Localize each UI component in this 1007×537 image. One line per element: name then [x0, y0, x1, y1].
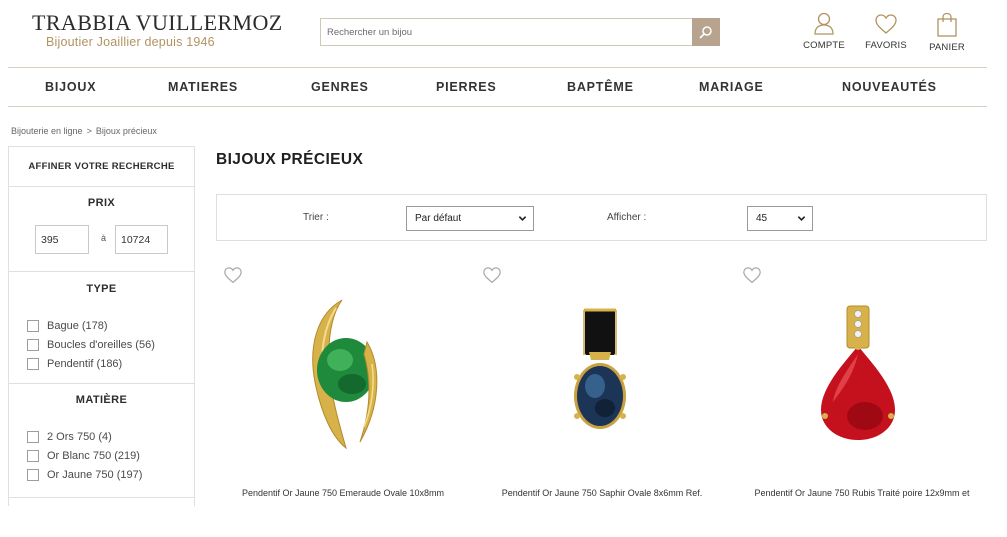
nav-item-mariage[interactable]: MARIAGE: [699, 80, 764, 94]
account-link[interactable]: COMPTE: [794, 12, 854, 56]
account-label: COMPTE: [803, 40, 845, 51]
search-input[interactable]: [321, 19, 691, 45]
shopping-bag-icon: [937, 12, 957, 37]
heart-icon[interactable]: [742, 266, 762, 284]
brand-tagline: Bijoutier Joaillier depuis 1946: [46, 35, 215, 49]
sort-select[interactable]: Par défaut: [406, 206, 534, 231]
filter-option-or-jaune[interactable]: Or Jaune 750 (197): [9, 465, 194, 484]
filter-sidebar: AFFINER VOTRE RECHERCHE PRIX à TYPE Bagu…: [8, 146, 195, 506]
heart-icon: [875, 14, 897, 34]
display-count-label: Afficher :: [607, 212, 647, 223]
nav-item-genres[interactable]: GENRES: [311, 80, 369, 94]
search-box: [320, 18, 720, 46]
search-button[interactable]: [692, 18, 720, 46]
chevron-down-icon: [518, 216, 527, 221]
product-name[interactable]: Pendentif Or Jaune 750 Emeraude Ovale 10…: [212, 488, 474, 498]
filter-option-pendentif[interactable]: Pendentif (186): [9, 354, 194, 373]
listing-toolbar: Trier : Par défaut Afficher : 45: [216, 194, 987, 241]
cart-link[interactable]: PANIER: [917, 12, 977, 56]
price-range-separator: à: [101, 233, 107, 243]
checkbox[interactable]: [27, 319, 39, 332]
product-card[interactable]: Pendentif Or Jaune 750 Saphir Ovale 8x6m…: [471, 262, 733, 502]
checkbox[interactable]: [27, 468, 39, 481]
favorites-link[interactable]: FAVORIS: [856, 12, 916, 56]
price-min-input[interactable]: [35, 225, 89, 254]
product-card[interactable]: Pendentif Or Jaune 750 Emeraude Ovale 10…: [212, 262, 474, 502]
type-filter: TYPE Bague (178) Boucles d'oreilles (56)…: [9, 272, 194, 384]
nav-divider: [8, 106, 987, 107]
heart-icon[interactable]: [223, 266, 243, 284]
breadcrumb-separator: >: [86, 126, 92, 136]
product-name[interactable]: Pendentif Or Jaune 750 Rubis Traité poir…: [731, 488, 993, 498]
heart-icon[interactable]: [482, 266, 502, 284]
filter-option-bague[interactable]: Bague (178): [9, 316, 194, 335]
filter-sidebar-title: AFFINER VOTRE RECHERCHE: [9, 147, 194, 187]
price-range: à: [9, 225, 194, 265]
product-image[interactable]: [471, 292, 733, 452]
filter-option-label: 2 Ors 750 (4): [47, 430, 112, 443]
user-icon: [814, 12, 834, 35]
filter-option-boucles[interactable]: Boucles d'oreilles (56): [9, 335, 194, 354]
material-filter: MATIÈRE 2 Ors 750 (4) Or Blanc 750 (219)…: [9, 384, 194, 498]
display-count-value: 45: [756, 213, 768, 224]
nav-item-nouveautes[interactable]: NOUVEAUTÉS: [842, 80, 937, 94]
filter-option-or-blanc[interactable]: Or Blanc 750 (219): [9, 446, 194, 465]
filter-option-label: Pendentif (186): [47, 357, 123, 370]
nav-item-matieres[interactable]: MATIERES: [168, 80, 238, 94]
price-max-input[interactable]: [115, 225, 168, 254]
filter-option-label: Or Blanc 750 (219): [47, 449, 140, 462]
search-icon: [699, 26, 712, 39]
nav-item-bijoux[interactable]: BIJOUX: [45, 80, 96, 94]
brand-logo[interactable]: TRABBIA VUILLERMOZ: [32, 10, 283, 36]
product-card[interactable]: Pendentif Or Jaune 750 Rubis Traité poir…: [731, 262, 993, 502]
chevron-down-icon: [797, 216, 806, 221]
filter-option-label: Bague (178): [47, 319, 108, 332]
breadcrumb-current[interactable]: Bijoux précieux: [96, 126, 157, 136]
product-image[interactable]: [212, 292, 474, 452]
favorites-label: FAVORIS: [865, 40, 907, 51]
cart-label: PANIER: [929, 42, 965, 53]
checkbox[interactable]: [27, 430, 39, 443]
sort-select-value: Par défaut: [415, 213, 462, 224]
type-filter-title: TYPE: [86, 283, 117, 295]
price-filter-title: PRIX: [87, 197, 116, 209]
filter-option-label: Boucles d'oreilles (56): [47, 338, 155, 351]
display-count-select[interactable]: 45: [747, 206, 813, 231]
site-header: TRABBIA VUILLERMOZ Bijoutier Joaillier d…: [0, 0, 1007, 66]
page-title: BIJOUX PRÉCIEUX: [216, 151, 364, 168]
material-filter-title: MATIÈRE: [75, 394, 128, 406]
main-nav: BIJOUX MATIERES GENRES PIERRES BAPTÊME M…: [0, 67, 1007, 107]
price-filter: PRIX à: [9, 187, 194, 272]
breadcrumb-home[interactable]: Bijouterie en ligne: [11, 126, 83, 136]
product-name[interactable]: Pendentif Or Jaune 750 Saphir Ovale 8x6m…: [471, 488, 733, 498]
checkbox[interactable]: [27, 449, 39, 462]
breadcrumb: Bijouterie en ligne > Bijoux précieux: [11, 126, 157, 136]
checkbox[interactable]: [27, 338, 39, 351]
sort-label: Trier :: [303, 212, 329, 223]
nav-item-bapteme[interactable]: BAPTÊME: [567, 80, 634, 94]
filter-option-2-ors[interactable]: 2 Ors 750 (4): [9, 427, 194, 446]
checkbox[interactable]: [27, 357, 39, 370]
product-image[interactable]: [731, 292, 993, 452]
filter-option-label: Or Jaune 750 (197): [47, 468, 143, 481]
nav-item-pierres[interactable]: PIERRES: [436, 80, 496, 94]
